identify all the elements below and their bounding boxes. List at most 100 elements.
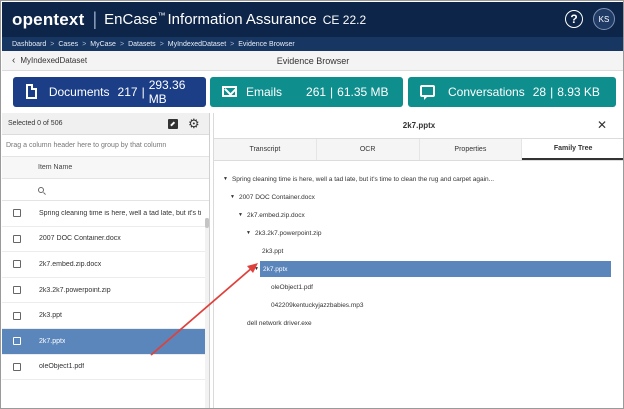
chat-icon: [420, 84, 435, 100]
list-item[interactable]: 2k3.ppt: [2, 303, 209, 329]
item-name: 2k7.embed.zip.docx: [39, 260, 102, 268]
row-checkbox[interactable]: [13, 286, 21, 295]
conversations-card[interactable]: Conversations 28 | 8.93 KB: [408, 77, 616, 107]
tree-node[interactable]: dell network driver.exe: [247, 317, 312, 329]
tree-node-label: 042209kentuckyjazzbabies.mp3: [271, 301, 364, 309]
item-name: 2k3.ppt: [39, 312, 62, 320]
title-row: ‹ MyIndexedDataset Evidence Browser: [2, 51, 623, 71]
tree-node-label: Spring cleaning time is here, well a tad…: [231, 175, 495, 183]
group-by-hint: Drag a column header here to group by th…: [6, 142, 167, 149]
row-checkbox[interactable]: [13, 337, 21, 346]
card-label: Conversations: [448, 85, 525, 99]
row-checkbox[interactable]: [13, 209, 21, 218]
column-header-label: Item Name: [38, 164, 73, 171]
tree-node-label: 2k7.pptx: [262, 265, 288, 273]
card-separator: |: [330, 85, 334, 99]
tree-node[interactable]: oleObject1.pdf: [271, 281, 313, 293]
export-icon[interactable]: [168, 119, 178, 129]
row-checkbox[interactable]: [13, 362, 21, 371]
tree-node[interactable]: ▼ 2k3.2k7.powerpoint.zip: [246, 227, 321, 239]
breadcrumb-evidence-browser: Evidence Browser: [238, 40, 295, 48]
back-link[interactable]: MyIndexedDataset: [20, 56, 87, 65]
product-name: Information Assurance: [167, 11, 317, 28]
tree-node[interactable]: ▼ Spring cleaning time is here, well a t…: [223, 173, 494, 185]
scrollbar-thumb[interactable]: [205, 218, 209, 228]
breadcrumb-datasets[interactable]: Datasets: [128, 41, 156, 48]
list-scrollbar[interactable]: [205, 218, 209, 408]
item-list-panel: Selected 0 of 506 ⚙ Drag a column header…: [2, 113, 210, 408]
tree-node-selected[interactable]: ▼ 2k7.pptx: [254, 261, 611, 277]
brand-separator: |: [92, 9, 98, 29]
tab-family-tree[interactable]: Family Tree: [522, 139, 623, 160]
gear-icon[interactable]: ⚙: [188, 117, 200, 130]
tree-node-label: oleObject1.pdf: [271, 283, 313, 291]
page-title: Evidence Browser: [276, 55, 350, 66]
app-window: opentext | EnCase™ Information Assurance…: [0, 0, 624, 409]
column-filter-row[interactable]: [2, 179, 209, 201]
row-checkbox[interactable]: [13, 234, 21, 243]
user-avatar[interactable]: KS: [593, 8, 615, 30]
breadcrumb-mycase[interactable]: MyCase: [90, 41, 116, 48]
card-size: 293.36 MB: [148, 78, 186, 106]
documents-card[interactable]: Documents 217 | 293.36 MB: [13, 77, 206, 107]
tree-node[interactable]: ▼ 2k7.embed.zip.docx: [238, 209, 305, 221]
chevron-left-icon[interactable]: ‹: [12, 55, 15, 66]
list-item[interactable]: Spring cleaning time is here, well a tad…: [2, 201, 209, 227]
app-name-trademark: ™: [157, 11, 166, 20]
tree-node-label: 2k3.ppt: [262, 247, 284, 255]
breadcrumb-dataset[interactable]: MyIndexedDataset: [168, 41, 226, 48]
detail-tabs: Transcript OCR Properties Family Tree: [214, 139, 623, 161]
row-checkbox[interactable]: [13, 260, 21, 269]
search-icon[interactable]: [38, 186, 44, 193]
card-size: 8.93 KB: [557, 85, 600, 99]
card-label: Documents: [48, 85, 110, 99]
list-item[interactable]: 2007 DOC Container.docx: [2, 227, 209, 253]
breadcrumb-separator: >: [50, 40, 55, 48]
tab-properties[interactable]: Properties: [419, 139, 523, 160]
mail-icon: [222, 84, 237, 100]
close-icon[interactable]: ✕: [597, 119, 607, 131]
selection-bar: Selected 0 of 506 ⚙: [2, 113, 209, 135]
breadcrumb-cases[interactable]: Cases: [58, 41, 78, 48]
opentext-logo: opentext: [12, 9, 85, 29]
caret-down-icon[interactable]: ▼: [246, 230, 251, 236]
caret-down-icon[interactable]: ▼: [230, 194, 235, 200]
card-separator: |: [141, 85, 145, 99]
selection-count: Selected 0 of 506: [8, 120, 63, 127]
caret-down-icon[interactable]: ▼: [254, 266, 259, 272]
breadcrumb-separator: >: [119, 40, 125, 48]
card-label: Emails: [246, 85, 283, 99]
card-count: 261: [306, 85, 327, 99]
group-by-area[interactable]: Drag a column header here to group by th…: [2, 135, 209, 157]
tree-node-label: dell network driver.exe: [247, 319, 312, 327]
document-icon: [25, 84, 39, 100]
caret-down-icon[interactable]: ▼: [223, 176, 228, 182]
tree-node[interactable]: 042209kentuckyjazzbabies.mp3: [271, 299, 364, 311]
column-header-item-name[interactable]: Item Name: [2, 157, 209, 179]
tree-node-label: 2k7.embed.zip.docx: [246, 211, 305, 219]
top-header: opentext | EnCase™ Information Assurance…: [2, 2, 623, 37]
item-name: Spring cleaning time is here, well a tad…: [39, 209, 202, 217]
row-checkbox[interactable]: [13, 311, 21, 320]
caret-down-icon[interactable]: ▼: [238, 212, 243, 218]
list-item-selected[interactable]: 2k7.pptx: [2, 328, 209, 355]
help-button[interactable]: ?: [565, 10, 583, 28]
list-item[interactable]: 2k3.2k7.powerpoint.zip: [2, 278, 209, 304]
card-separator: |: [550, 85, 554, 99]
list-item[interactable]: 2k7.embed.zip.docx: [2, 252, 209, 278]
tab-transcript[interactable]: Transcript: [214, 139, 317, 160]
tree-node[interactable]: ▼ 2007 DOC Container.docx: [230, 191, 315, 203]
emails-card[interactable]: Emails 261 | 61.35 MB: [210, 77, 403, 107]
tab-ocr[interactable]: OCR: [316, 139, 420, 160]
breadcrumb-dashboard[interactable]: Dashboard: [12, 41, 46, 48]
detail-title: 2k7.pptx: [402, 121, 436, 130]
version-label: CE 22.2: [322, 12, 367, 27]
card-size: 61.35 MB: [337, 85, 389, 99]
list-item[interactable]: oleObject1.pdf: [2, 355, 209, 381]
detail-header: 2k7.pptx ✕: [214, 113, 623, 139]
tree-node[interactable]: ▼ 2k7.pptx: [254, 263, 288, 275]
tree-node-label: 2007 DOC Container.docx: [238, 193, 315, 201]
tree-node[interactable]: 2k3.ppt: [262, 245, 283, 257]
item-name: 2k7.pptx: [39, 337, 66, 345]
breadcrumb-separator: >: [159, 40, 164, 48]
